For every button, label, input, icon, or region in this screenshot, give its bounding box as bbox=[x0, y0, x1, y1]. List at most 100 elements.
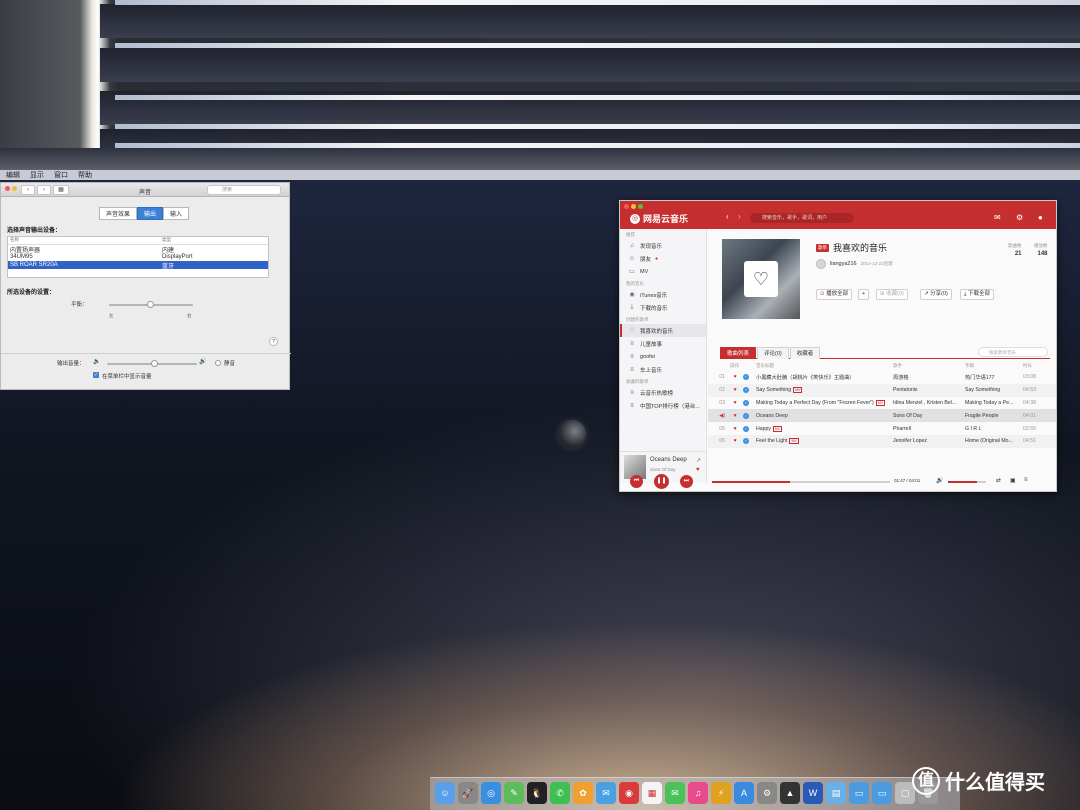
tab-song-list[interactable]: 歌曲列表 bbox=[720, 347, 757, 359]
heart-icon[interactable]: ♥ bbox=[730, 426, 740, 432]
itunes-icon[interactable]: ♫ bbox=[688, 782, 708, 804]
sidebar-item-playlist[interactable]: ≡ 中国TOP排行榜（港台... bbox=[620, 399, 706, 412]
sidebar-item-liked[interactable]: ♡ 我喜欢的音乐 bbox=[620, 324, 706, 337]
qq-icon[interactable]: 🐧 bbox=[527, 782, 547, 804]
column-album[interactable]: 专辑 bbox=[965, 363, 1023, 369]
track-artist[interactable]: Jennifer Lopez bbox=[893, 438, 965, 444]
volume-icon[interactable]: 🔊 bbox=[936, 477, 943, 484]
menu-help[interactable]: 帮助 bbox=[78, 170, 92, 180]
pause-icon[interactable]: ❚❚ bbox=[654, 474, 669, 489]
user-avatar-icon[interactable]: ● bbox=[1038, 213, 1043, 222]
creator-name[interactable]: liangya216 bbox=[830, 261, 857, 267]
heart-icon[interactable]: ♥ bbox=[696, 467, 700, 473]
sidebar-item-itunes[interactable]: ◉ iTunes音乐 bbox=[620, 288, 706, 301]
heart-icon[interactable]: ♥ bbox=[730, 400, 740, 406]
track-album[interactable]: Making Today a Pe... bbox=[965, 400, 1023, 406]
share-icon[interactable]: ↗ bbox=[696, 457, 701, 464]
mv-badge-icon[interactable]: MV bbox=[789, 438, 799, 445]
tab-collectors[interactable]: 收藏者 bbox=[789, 347, 821, 359]
sidebar-item-playlist[interactable]: ≡ 车上音乐 bbox=[620, 363, 706, 376]
heart-icon[interactable]: ♥ bbox=[730, 413, 740, 419]
photos-icon[interactable]: ✿ bbox=[573, 782, 593, 804]
progress-bar[interactable] bbox=[712, 481, 890, 483]
download-all-button[interactable]: ⤓ 下载全部 bbox=[960, 289, 994, 300]
add-to-queue-button[interactable]: + bbox=[858, 289, 870, 300]
track-artist[interactable]: Idina Menzel , Kristen Bel... bbox=[893, 400, 965, 406]
volume-knob[interactable] bbox=[151, 360, 158, 367]
table-row-selected[interactable]: SB ROAR SR20A 蓝牙 bbox=[8, 261, 268, 270]
menu-view[interactable]: 显示 bbox=[30, 170, 44, 180]
help-button[interactable]: ? bbox=[269, 337, 278, 346]
previous-icon[interactable]: ⏮ bbox=[630, 475, 643, 488]
sidebar-item-playlist[interactable]: ≡ 儿童故事 bbox=[620, 337, 706, 350]
table-row[interactable]: 内置扬声器 内建 bbox=[8, 245, 268, 254]
track-artist[interactable]: Pharrell bbox=[893, 426, 965, 432]
sidebar-item-discover[interactable]: ♫ 发现音乐 bbox=[620, 239, 706, 252]
heart-icon[interactable]: ♥ bbox=[730, 438, 740, 444]
sidebar-item-playlist[interactable]: ≡ 云音乐热歌榜 bbox=[620, 386, 706, 399]
netease-music-icon[interactable]: ◉ bbox=[619, 782, 639, 804]
thunder-icon[interactable]: ⚡ bbox=[711, 782, 731, 804]
appstore-icon[interactable]: A bbox=[734, 782, 754, 804]
sidebar-item-mv[interactable]: ▭ MV bbox=[620, 265, 706, 278]
tab-output[interactable]: 输出 bbox=[137, 207, 164, 220]
forward-arrow-icon[interactable]: › bbox=[738, 212, 741, 221]
check-icon[interactable]: ✓ bbox=[740, 374, 752, 381]
folder-icon[interactable]: ▭ bbox=[872, 782, 892, 804]
track-album[interactable]: Fragile People bbox=[965, 413, 1023, 419]
balance-knob[interactable] bbox=[147, 301, 154, 308]
safari-icon[interactable]: ◎ bbox=[481, 782, 501, 804]
menubar-volume-checkbox[interactable]: ✓ bbox=[93, 372, 99, 378]
play-all-button[interactable]: ⊙ 播放全部 bbox=[816, 289, 853, 300]
column-artist[interactable]: 歌手 bbox=[893, 363, 965, 369]
table-row[interactable]: ◀) ♥ ✓ Oceans Deep Sons Of Day Fragile People… bbox=[708, 409, 1056, 423]
sidebar-item-playlist[interactable]: ≡ goofei bbox=[620, 350, 706, 363]
shuffle-icon[interactable]: ⇄ bbox=[996, 477, 1001, 484]
flashlight-icon[interactable]: ▲ bbox=[780, 782, 800, 804]
table-row[interactable]: 05 ♥ ✓ Happy MV Pharrell G I R L 03:55 bbox=[708, 422, 1056, 435]
heart-icon[interactable]: ♥ bbox=[730, 374, 740, 380]
avatar[interactable] bbox=[816, 259, 826, 269]
track-album[interactable]: G I R L bbox=[965, 426, 1023, 432]
column-duration[interactable]: 时长 bbox=[1023, 363, 1051, 369]
finder-window-icon[interactable]: ▤ bbox=[826, 782, 846, 804]
mail-icon[interactable]: ✉ bbox=[596, 782, 616, 804]
back-arrow-icon[interactable]: ‹ bbox=[726, 212, 729, 221]
tab-input[interactable]: 输入 bbox=[163, 207, 190, 220]
track-artist[interactable]: 周游格 bbox=[893, 374, 965, 381]
wechat-icon[interactable]: ✆ bbox=[550, 782, 570, 804]
evernote-icon[interactable]: ✎ bbox=[504, 782, 524, 804]
close-icon[interactable] bbox=[624, 204, 629, 209]
menu-window[interactable]: 窗口 bbox=[54, 170, 68, 180]
launchpad-icon[interactable]: 🚀 bbox=[458, 782, 478, 804]
playlist-search-input[interactable]: 搜索歌单音乐 bbox=[978, 347, 1048, 357]
search-input[interactable]: 搜索 bbox=[207, 185, 281, 195]
share-button[interactable]: ↗ 分享(0) bbox=[920, 289, 952, 300]
check-icon[interactable]: ✓ bbox=[740, 425, 752, 432]
menu-edit[interactable]: 编辑 bbox=[6, 170, 20, 180]
column-title[interactable]: 音乐标题 bbox=[752, 363, 893, 369]
mv-badge-icon[interactable]: MV bbox=[875, 399, 885, 406]
mv-badge-icon[interactable]: MV bbox=[793, 387, 803, 394]
volume-bar[interactable] bbox=[948, 481, 986, 483]
track-album[interactable]: Home (Original Mo... bbox=[965, 438, 1023, 444]
music-search-input[interactable]: 搜索音乐，歌手，歌词，用户 bbox=[750, 213, 854, 223]
check-icon[interactable]: ✓ bbox=[740, 387, 752, 394]
sidebar-item-downloads[interactable]: ⤓ 下载的音乐 bbox=[620, 301, 706, 314]
mv-badge-icon[interactable]: MV bbox=[773, 425, 783, 432]
tab-sound-effects[interactable]: 声音效果 bbox=[99, 207, 138, 220]
track-artist[interactable]: Pentatonix bbox=[893, 387, 965, 393]
table-row[interactable]: 06 ♥ ✓ Feel the Light MV Jennifer Lopez Home (… bbox=[708, 434, 1056, 448]
playlist-queue-icon[interactable]: ≡ bbox=[1024, 477, 1028, 483]
track-album[interactable]: Say Something bbox=[965, 387, 1023, 393]
mail-icon[interactable]: ✉ bbox=[994, 213, 1001, 222]
settings-icon[interactable]: ⚙ bbox=[757, 782, 777, 804]
tab-comments[interactable]: 评论(0) bbox=[757, 347, 789, 359]
messages-icon[interactable]: ✉ bbox=[665, 782, 685, 804]
next-icon[interactable]: ⏭ bbox=[680, 475, 693, 488]
heart-icon[interactable]: ♥ bbox=[730, 387, 740, 393]
folder-icon[interactable]: ▭ bbox=[849, 782, 869, 804]
volume-slider[interactable] bbox=[107, 360, 197, 367]
check-icon[interactable]: ✓ bbox=[740, 412, 752, 419]
sidebar-item-friends[interactable]: ☺ 朋友 ● bbox=[620, 252, 706, 265]
